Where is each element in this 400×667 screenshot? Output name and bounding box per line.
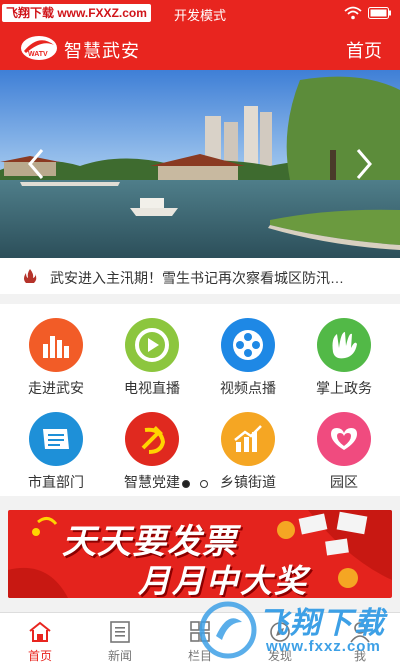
home-icon: [29, 621, 51, 642]
pager-dot-active[interactable]: [182, 480, 190, 488]
grid-item-label: 电视直播: [124, 380, 180, 396]
play-icon: [125, 318, 179, 372]
grid-item-label: 园区: [330, 474, 358, 490]
home-link[interactable]: 首页: [346, 37, 382, 63]
pager-dot[interactable]: [200, 480, 208, 488]
tab-label: 新闻: [107, 649, 132, 663]
watermark-logo-icon: [199, 601, 257, 659]
grid-item-tv-live[interactable]: 电视直播: [102, 310, 202, 404]
function-grid: 走进武安 电视直播 视频点播 掌上政务 市直部门 智慧党建 乡镇街道 园区: [0, 304, 400, 496]
promo-line-2: 月月中大奖: [138, 563, 309, 598]
pager-dots: [182, 480, 208, 488]
status-icons: [344, 6, 392, 20]
grid-item-label: 市直部门: [28, 474, 84, 490]
ticker-headline[interactable]: 武安进入主汛期！雪生书记再次察看城区防汛…: [50, 268, 380, 288]
app-title: 智慧武安: [64, 41, 140, 61]
station-logo-icon: WATV: [21, 36, 57, 60]
banner-carousel[interactable]: [0, 70, 400, 258]
chevron-left-icon[interactable]: [22, 146, 52, 182]
site-watermark: 飞翔下载 www.fxxz.com: [196, 596, 400, 667]
film-reel-icon: [221, 318, 275, 372]
watermark-url: www.fxxz.com: [266, 638, 381, 655]
news-icon: [110, 621, 130, 643]
svg-text:WATV: WATV: [28, 51, 48, 58]
rising-chart-icon: [221, 412, 275, 466]
battery-icon: [368, 7, 391, 19]
hand-icon: [317, 318, 371, 372]
promo-banner[interactable]: 天天要发票 月月中大奖: [8, 510, 392, 598]
grid-item-towns[interactable]: 乡镇街道: [198, 404, 298, 498]
grid-item-park[interactable]: 园区: [294, 404, 394, 498]
grid-item-gov[interactable]: 掌上政务: [294, 310, 394, 404]
tab-news[interactable]: 新闻: [80, 613, 160, 667]
tab-label: 首页: [27, 649, 52, 663]
dev-mode-label: 开发模式: [173, 8, 226, 23]
tab-home[interactable]: 首页: [0, 613, 80, 667]
status-bar: 飞翔下载 www.FXXZ.com 开发模式: [0, 0, 400, 26]
flame-icon: [24, 269, 37, 283]
grid-item-zoujin[interactable]: 走进武安: [6, 310, 106, 404]
hearts-icon: [317, 412, 371, 466]
wifi-icon: [344, 6, 362, 20]
news-ticker[interactable]: 武安进入主汛期！雪生书记再次察看城区防汛…: [0, 258, 400, 294]
hammer-sickle-icon: [125, 412, 179, 466]
bar-chart-icon: [29, 318, 83, 372]
app-header: WATV 智慧武安 首页: [0, 26, 400, 70]
grid-item-departments[interactable]: 市直部门: [6, 404, 106, 498]
grid-item-vod[interactable]: 视频点播: [198, 310, 298, 404]
grid-item-label: 视频点播: [220, 380, 276, 396]
watermark-title: 飞翔下载: [258, 607, 386, 640]
grid-item-label: 走进武安: [28, 380, 84, 396]
document-icon: [29, 412, 83, 466]
banner-image: [0, 70, 400, 258]
chevron-right-icon[interactable]: [348, 146, 378, 182]
grid-item-label: 掌上政务: [316, 380, 372, 396]
grid-item-label: 乡镇街道: [220, 474, 276, 490]
